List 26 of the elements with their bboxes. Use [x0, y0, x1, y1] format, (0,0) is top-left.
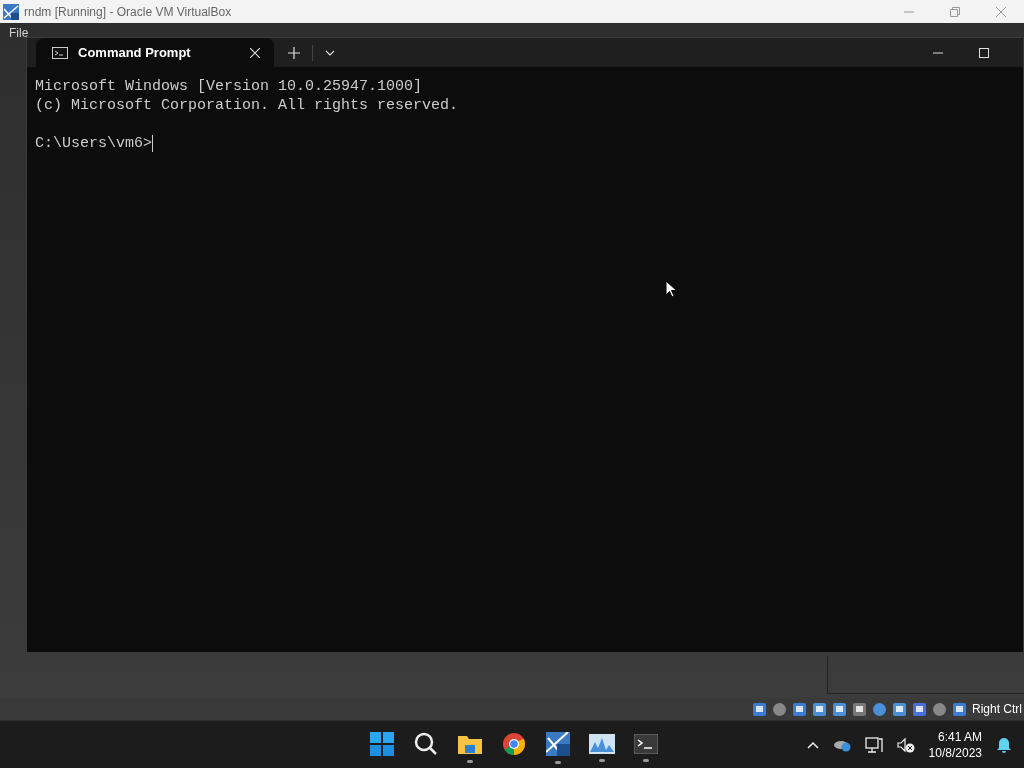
- windows-logo-icon[interactable]: [370, 731, 394, 756]
- bell-icon[interactable]: [996, 736, 1012, 753]
- console-line: Microsoft Windows [Version 10.0.25947.1000]: [35, 77, 424, 96]
- text-cursor: [152, 135, 154, 152]
- menu-item[interactable]: File: [9, 26, 29, 40]
- clock-date[interactable]: 10/8/2023: [928, 744, 982, 761]
- plus-icon[interactable]: [288, 46, 300, 59]
- maximize-icon[interactable]: [979, 47, 989, 58]
- speaker-muted-icon[interactable]: [896, 736, 915, 753]
- clock-time[interactable]: 6:41 AM: [937, 728, 982, 745]
- terminal-icon[interactable]: [634, 733, 658, 754]
- console-line: (c) Microsoft Corporation. All rights reserved.: [35, 96, 460, 115]
- chevron-down-icon[interactable]: [325, 49, 335, 56]
- mouse-pointer-icon: [665, 280, 677, 298]
- host-key-label: Right Ctrl: [972, 702, 1022, 716]
- chart-window-icon[interactable]: [589, 733, 615, 754]
- search-icon[interactable]: [414, 731, 438, 756]
- virtualbox-icon[interactable]: [546, 731, 570, 756]
- chevron-up-icon[interactable]: [806, 740, 819, 749]
- browser-icon[interactable]: [502, 731, 526, 756]
- console-icon: [52, 46, 68, 59]
- restore-icon[interactable]: [950, 6, 960, 17]
- command-prompt: C:\Users\vm6>: [35, 134, 153, 153]
- terminal-tab[interactable]: Command Prompt: [36, 38, 274, 67]
- tab-title: Command Prompt: [78, 45, 191, 60]
- window-title: rndm [Running] - Oracle VM VirtualBox: [24, 4, 232, 19]
